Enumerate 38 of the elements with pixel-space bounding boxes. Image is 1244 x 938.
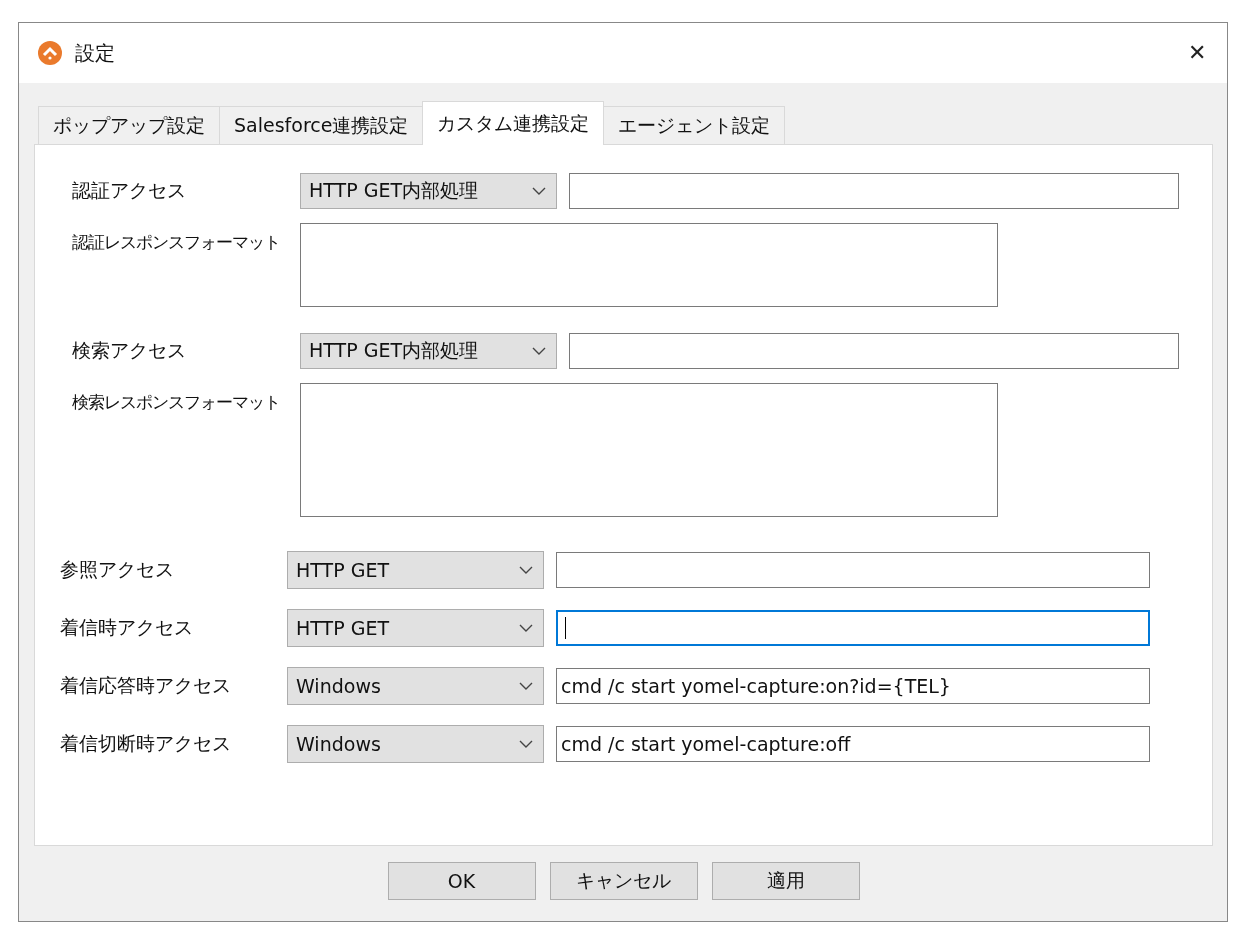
tab[interactable]: ポップアップ設定 — [38, 106, 220, 144]
chevron-down-icon — [532, 347, 546, 355]
field-label: 着信切断時アクセス — [60, 731, 232, 756]
input-field[interactable] — [569, 333, 1179, 369]
field-label: 着信応答時アクセス — [60, 673, 232, 698]
chevron-down-icon — [519, 566, 533, 574]
dropdown[interactable]: Windows — [287, 725, 544, 763]
app-logo-icon — [37, 40, 63, 66]
field-value: cmd /c start yomel-capture:on?id={TEL} — [561, 675, 951, 697]
chevron-down-icon — [519, 624, 533, 632]
tab[interactable]: エージェント設定 — [603, 106, 786, 144]
chevron-down-icon — [532, 187, 546, 195]
field-label: 認証アクセス — [72, 178, 187, 203]
text-area[interactable] — [300, 223, 998, 307]
tab[interactable]: カスタム連携設定 — [422, 101, 605, 145]
chevron-down-icon — [519, 740, 533, 748]
dropdown[interactable]: HTTP GET内部処理 — [300, 333, 557, 369]
dialog-button[interactable]: OK — [387, 862, 536, 900]
chevron-down-icon — [519, 682, 533, 690]
field-label: 着信時アクセス — [60, 615, 194, 640]
dropdown[interactable]: Windows — [287, 667, 544, 705]
input-field[interactable] — [569, 173, 1179, 209]
dropdown[interactable]: HTTP GET内部処理 — [300, 173, 557, 209]
dropdown[interactable]: HTTP GET — [287, 609, 544, 647]
field-label: 認証レスポンスフォーマット — [72, 231, 281, 254]
input-field[interactable] — [556, 552, 1150, 588]
field-label: 参照アクセス — [60, 557, 175, 582]
dialog-button[interactable]: 適用 — [711, 862, 860, 900]
input-field[interactable]: cmd /c start yomel-capture:off — [556, 726, 1150, 762]
close-button[interactable]: ✕ — [1167, 28, 1227, 78]
dialog-button[interactable]: キャンセル — [549, 862, 698, 900]
field-label: 検索レスポンスフォーマット — [72, 391, 281, 414]
input-field[interactable] — [556, 610, 1150, 646]
field-value: cmd /c start yomel-capture:off — [561, 733, 851, 755]
field-label: 検索アクセス — [72, 338, 187, 363]
window-title: 設定 — [75, 39, 116, 67]
input-field[interactable]: cmd /c start yomel-capture:on?id={TEL} — [556, 668, 1150, 704]
dropdown[interactable]: HTTP GET — [287, 551, 544, 589]
